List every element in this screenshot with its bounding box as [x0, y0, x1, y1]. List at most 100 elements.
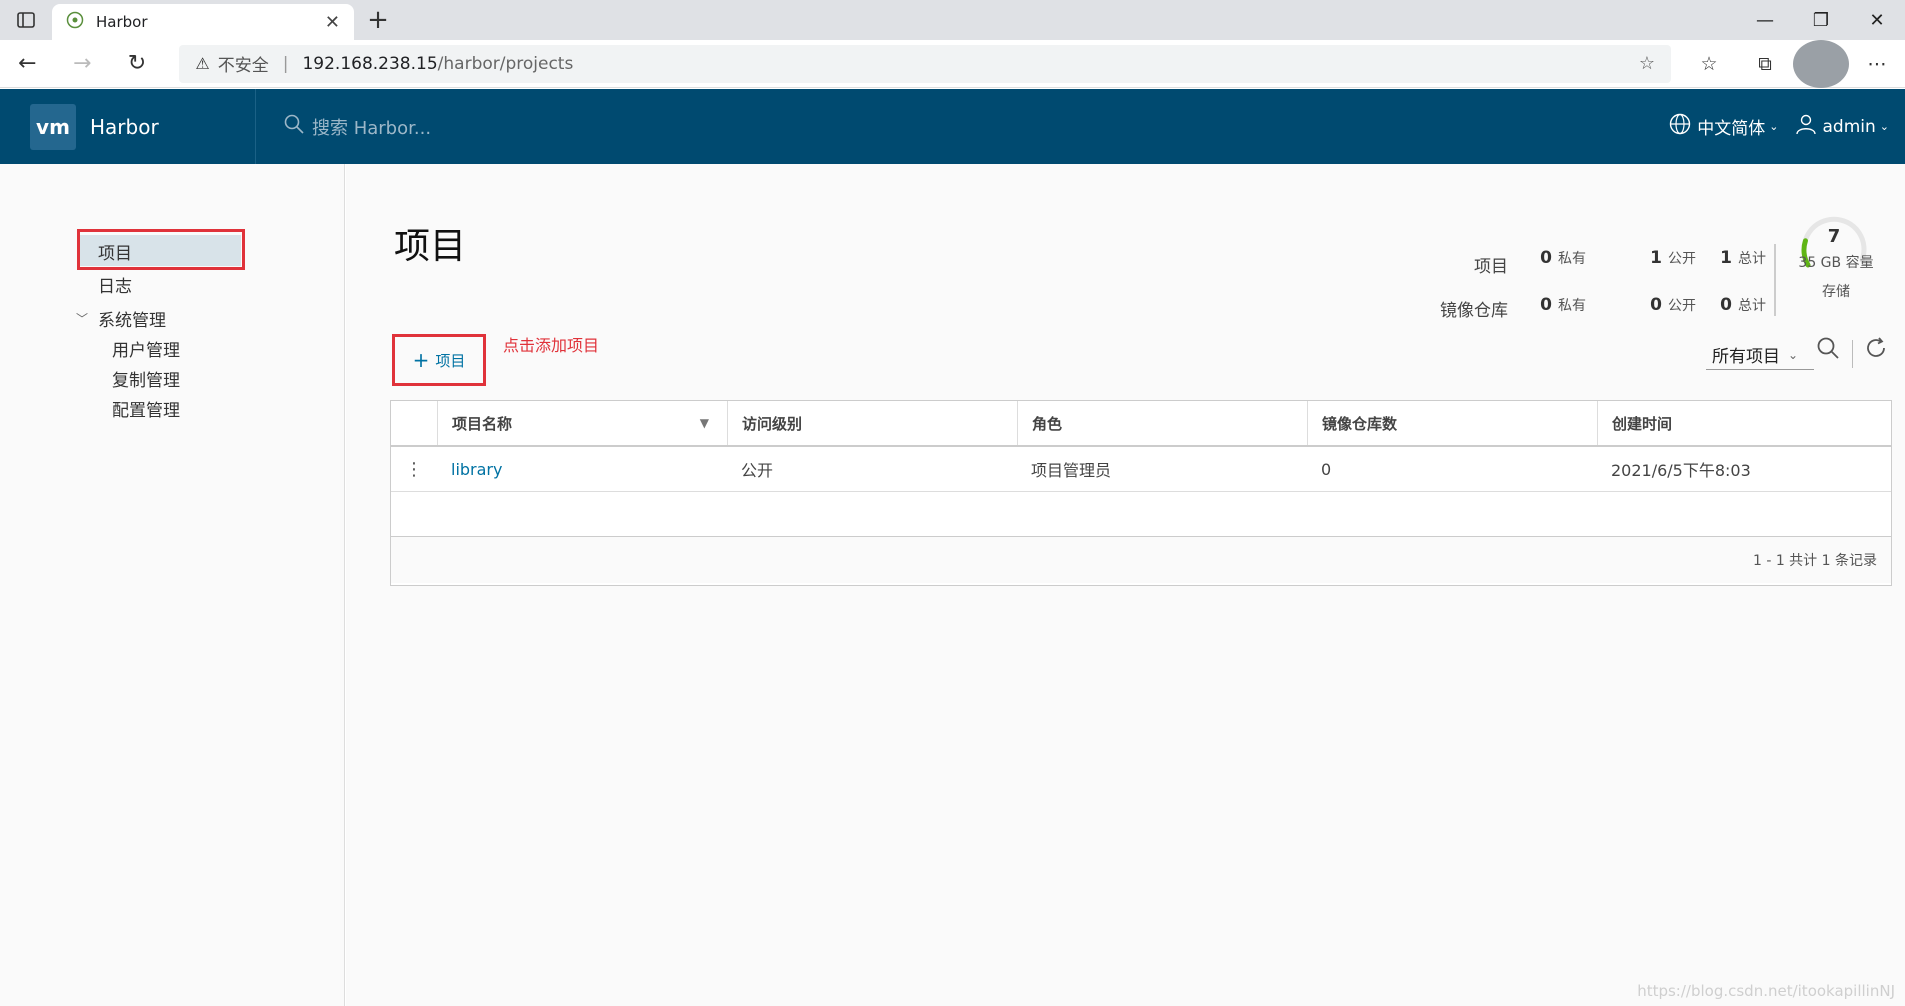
close-window-icon[interactable]: ✕: [1849, 0, 1905, 40]
global-search[interactable]: 搜索 Harbor...: [284, 114, 431, 140]
globe-icon: [1669, 113, 1691, 140]
reload-icon[interactable]: ↻: [110, 40, 165, 88]
storage-gauge: [1801, 216, 1867, 268]
stat-caption: 总计: [1738, 251, 1766, 267]
row-actions-icon[interactable]: ⋮: [391, 459, 437, 480]
refresh-icon[interactable]: [1864, 336, 1888, 366]
user-menu[interactable]: admin ⌄: [1795, 113, 1889, 140]
sidebar: 项目 日志 ﹀ 系统管理 用户管理 复制管理 配置管理: [0, 164, 345, 1006]
stat-value: 1: [1720, 248, 1732, 268]
add-favorite-icon[interactable]: ☆: [1639, 53, 1655, 74]
column-header-name[interactable]: 项目名称 ▼: [437, 401, 727, 445]
chevron-down-icon: ﹀: [76, 312, 89, 326]
column-header-label: 项目名称: [452, 414, 513, 433]
avatar: [1793, 39, 1849, 88]
filter-icon[interactable]: ▼: [700, 416, 709, 430]
stat-value: 0: [1720, 295, 1732, 315]
brand[interactable]: vm Harbor: [0, 89, 256, 164]
address-bar[interactable]: ⚠ 不安全 | 192.168.238.15/harbor/projects ☆: [179, 44, 1671, 83]
sidebar-item-admin-label: 系统管理: [98, 311, 167, 331]
new-tab-icon[interactable]: +: [354, 0, 402, 40]
stat-caption: 私有: [1558, 298, 1586, 314]
table-empty-row: [391, 492, 1891, 537]
minimize-icon[interactable]: —: [1737, 0, 1793, 40]
restore-icon[interactable]: ❐: [1793, 0, 1849, 40]
column-header-role[interactable]: 角色: [1017, 401, 1307, 445]
column-header-access[interactable]: 访问级别: [727, 401, 1017, 445]
url-path: /harbor/projects: [437, 53, 574, 74]
chevron-down-icon: ⌄: [1879, 120, 1889, 133]
sidebar-item-logs[interactable]: 日志: [98, 272, 132, 297]
brand-name: Harbor: [90, 114, 159, 139]
search-icon: [284, 114, 304, 139]
username: admin: [1822, 116, 1876, 137]
project-link[interactable]: library: [451, 460, 502, 479]
main-content: 项目 项目 镜像仓库 0 私有 1 公开 1 总计 0 私有 0 公开 0 总计 7 35 …: [346, 164, 1905, 1006]
column-header-created[interactable]: 创建时间: [1597, 401, 1891, 445]
forward-icon[interactable]: →: [55, 40, 110, 88]
favorites-icon[interactable]: ☆: [1681, 40, 1737, 88]
watermark: https://blog.csdn.net/itookapillinNJ: [1637, 982, 1895, 1000]
stat-caption: 总计: [1738, 298, 1766, 314]
language-selector[interactable]: 中文简体 ⌄: [1669, 113, 1779, 140]
stat-repos-total: 0 总计: [1676, 295, 1766, 315]
browser-tab[interactable]: Harbor ✕: [52, 4, 354, 40]
warning-icon: ⚠: [195, 54, 210, 73]
sidebar-item-projects[interactable]: 项目: [80, 235, 241, 266]
harbor-favicon-icon: [66, 11, 84, 33]
vm-logo-icon: vm: [30, 103, 76, 150]
stat-caption: 私有: [1558, 251, 1586, 267]
toolbar-divider: [1852, 340, 1853, 368]
project-filter-select[interactable]: 所有项目 ⌄: [1706, 340, 1814, 370]
search-placeholder: 搜索 Harbor...: [312, 117, 432, 139]
table-row[interactable]: ⋮ library 公开 项目管理员 0 2021/6/5下午8:03: [391, 447, 1891, 492]
cell-role: 项目管理员: [1031, 461, 1112, 480]
back-icon[interactable]: ←: [0, 40, 55, 88]
filter-value: 所有项目: [1712, 347, 1780, 367]
security-label: 不安全: [217, 56, 269, 76]
profile-icon[interactable]: [1793, 39, 1849, 88]
storage-capacity: 35 GB 容量: [1798, 255, 1874, 271]
search-icon[interactable]: [1816, 336, 1840, 366]
language-label: 中文简体: [1697, 119, 1766, 139]
storage-value: 7: [1827, 226, 1841, 247]
more-menu-icon[interactable]: ⋯: [1849, 40, 1905, 88]
plus-icon: +: [412, 348, 430, 372]
chevron-down-icon: ⌄: [1788, 347, 1799, 362]
user-icon: [1795, 113, 1817, 140]
stat-value: 0: [1540, 295, 1552, 315]
cell-created: 2021/6/5下午8:03: [1611, 461, 1751, 480]
address-divider: |: [282, 53, 289, 74]
chevron-down-icon: ⌄: [1769, 120, 1779, 133]
sidebar-item-admin[interactable]: ﹀ 系统管理: [76, 306, 166, 331]
window-controls: — ❐ ✕: [1737, 0, 1905, 40]
stat-value: 0: [1650, 295, 1662, 315]
projects-table: 项目名称 ▼ 访问级别 角色 镜像仓库数 创建时间 ⋮ library 公开 项…: [390, 400, 1892, 586]
browser-tabbar: Harbor ✕ + — ❐ ✕: [0, 0, 1905, 40]
cell-repos: 0: [1321, 459, 1332, 479]
add-project-button[interactable]: + 项目: [402, 341, 476, 379]
app-header: vm Harbor 搜索 Harbor... 中文简体 ⌄ admin ⌄: [0, 89, 1905, 164]
tab-actions-icon[interactable]: [0, 0, 52, 40]
url-host: 192.168.238.15: [302, 53, 438, 74]
sidebar-item-config[interactable]: 配置管理: [112, 396, 180, 421]
stat-projects-total: 1 总计: [1676, 248, 1766, 268]
stat-value: 0: [1540, 248, 1552, 268]
stat-value: 1: [1650, 248, 1662, 268]
stats-divider: [1774, 244, 1776, 316]
table-header: 项目名称 ▼ 访问级别 角色 镜像仓库数 创建时间: [391, 401, 1891, 447]
page-title: 项目: [394, 226, 467, 267]
add-project-label: 项目: [435, 351, 466, 370]
sidebar-item-users[interactable]: 用户管理: [112, 336, 180, 361]
stat-projects-private: 0 私有: [1486, 248, 1586, 268]
address-toolbar: ← → ↻ ⚠ 不安全 | 192.168.238.15/harbor/proj…: [0, 39, 1905, 88]
storage-label: 存储: [1822, 284, 1850, 300]
add-project-annotation: 点击添加项目: [503, 336, 600, 355]
sidebar-item-replication[interactable]: 复制管理: [112, 366, 180, 391]
cell-name: library: [437, 447, 727, 491]
collections-icon[interactable]: ⧉: [1737, 40, 1793, 88]
cell-access: 公开: [741, 461, 774, 480]
close-tab-icon[interactable]: ✕: [325, 12, 340, 33]
column-header-repos[interactable]: 镜像仓库数: [1307, 401, 1597, 445]
stat-repos-private: 0 私有: [1486, 295, 1586, 315]
